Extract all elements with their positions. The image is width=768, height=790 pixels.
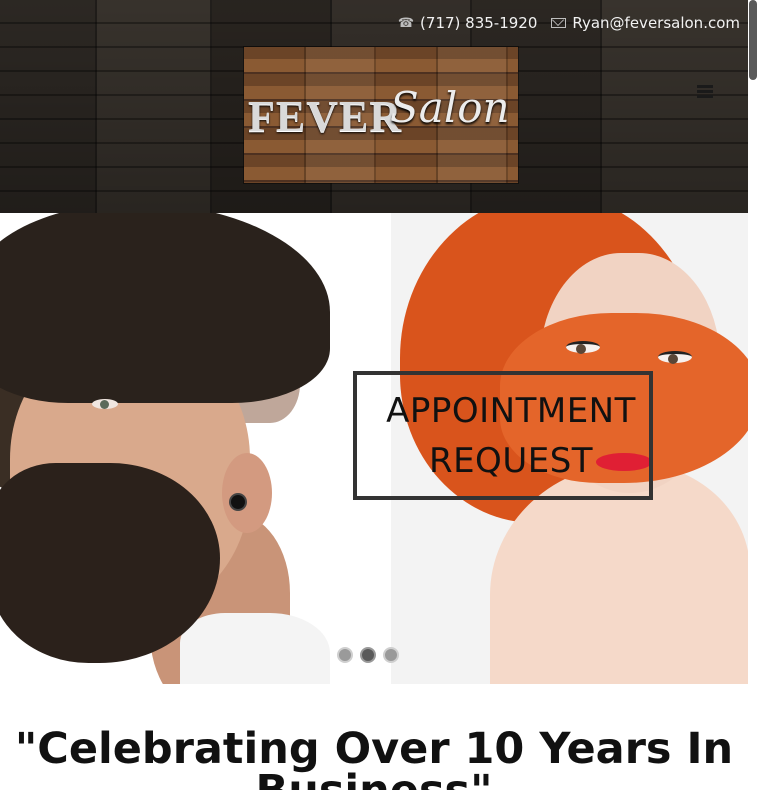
slider-dot-2[interactable]	[360, 647, 376, 663]
appointment-request-label: APPOINTMENT REQUEST	[386, 390, 636, 481]
logo-script: Salon	[390, 83, 510, 132]
email-address[interactable]: Ryan@feversalon.com	[572, 14, 740, 32]
contact-bar: ☎ (717) 835-1920 Ryan@feversalon.com	[398, 14, 740, 32]
page-scrollbar[interactable]	[748, 0, 768, 790]
page-headline: "Celebrating Over 10 Years In Business"	[14, 724, 734, 790]
slider-pagination	[337, 647, 399, 663]
site-header: ☎ (717) 835-1920 Ryan@feversalon.com FEV…	[0, 0, 748, 213]
slider-dot-1[interactable]	[337, 647, 353, 663]
slider-dot-3[interactable]	[383, 647, 399, 663]
email-link[interactable]: Ryan@feversalon.com	[551, 14, 740, 32]
appointment-request-button[interactable]: APPOINTMENT REQUEST	[353, 371, 653, 500]
logo-word: FEVER	[248, 92, 403, 141]
hero-image-man	[0, 213, 391, 684]
hero-woman-eye-right	[658, 351, 692, 364]
phone-icon: ☎	[397, 15, 415, 31]
hamburger-menu-icon[interactable]	[697, 85, 713, 98]
scrollbar-thumb[interactable]	[749, 0, 757, 80]
hero-woman-eye-left	[566, 341, 600, 354]
phone-number[interactable]: (717) 835-1920	[420, 14, 537, 32]
hero-slider: APPOINTMENT REQUEST	[0, 213, 748, 684]
phone-link[interactable]: ☎ (717) 835-1920	[398, 14, 538, 32]
envelope-icon	[551, 18, 567, 28]
site-logo[interactable]: FEVER Salon	[244, 47, 518, 183]
